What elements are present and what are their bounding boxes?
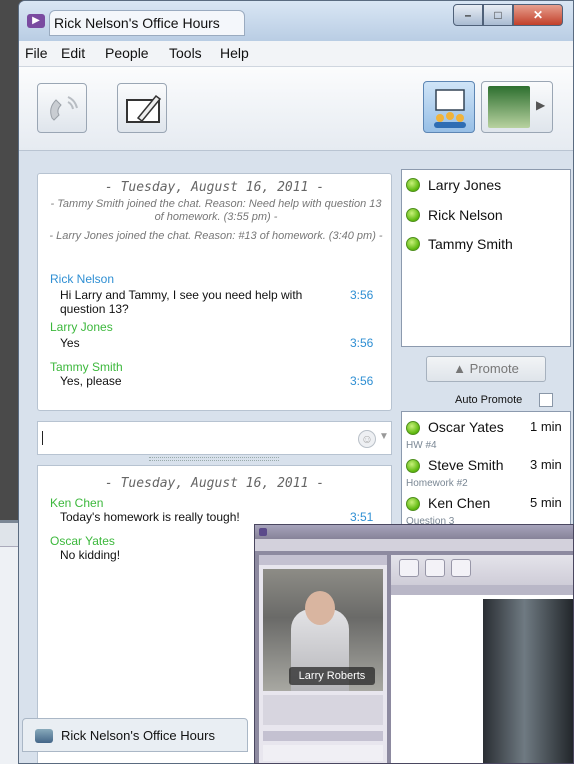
thumbnail-sidebar: Larry Roberts [259,555,387,763]
emoticon-icon[interactable]: ☺ [358,430,376,448]
chat-date: - Tuesday, August 16, 2011 - [104,476,325,491]
chevron-down-icon[interactable]: ▼ [379,431,389,442]
message-sender: Tammy Smith [50,360,123,374]
app-icon: ▶ [27,14,45,28]
thumbnail-photo [483,599,573,763]
queue-wait-time: 5 min [530,495,562,510]
chat-icon [425,559,445,577]
webcam-icon [488,86,530,128]
minimize-button[interactable]: – [453,4,483,26]
online-status-icon [406,497,420,511]
participant-name: Larry Jones [428,177,502,193]
message-time: 3:56 [350,288,374,302]
queue-item[interactable]: Ken Chen 5 min Question 3 [406,494,570,527]
message-sender: Larry Jones [50,320,113,334]
menu-bar: File Edit People Tools Help [19,41,573,67]
auto-promote-checkbox[interactable] [539,393,553,407]
message-time: 3:56 [350,374,374,388]
chat-input[interactable]: ☺ ▼ [37,421,392,455]
queue-reason: HW #4 [406,440,437,451]
video-feed: Larry Roberts [263,569,383,691]
thumbnail-section-header [263,731,383,741]
video-nameplate: Larry Roberts [289,667,375,685]
whiteboard-icon [399,559,419,577]
pane-splitter[interactable] [149,457,279,461]
message-time: 3:56 [350,336,374,350]
chevron-right-icon[interactable]: ▶ [536,98,545,112]
maximize-button[interactable]: □ [483,4,513,26]
thumbnail-section-header [259,555,387,565]
message-text: No kidding! [60,548,121,562]
online-status-icon [406,178,420,192]
queue-name: Ken Chen [428,495,491,511]
phone-icon [50,96,78,121]
phone-button[interactable] [37,83,87,133]
participant-item[interactable]: Larry Jones [406,175,566,195]
whiteboard-icon [126,94,162,123]
webcam-button[interactable]: ▶ [481,81,553,133]
toolbar: ▶ [19,67,573,151]
close-button[interactable]: ✕ [513,4,563,26]
text-caret [42,431,43,445]
auto-promote-label: Auto Promote [455,394,523,406]
queue-item[interactable]: Oscar Yates 1 min HW #4 [406,418,570,451]
title-bar: ▶ Rick Nelson's Office Hours – □ ✕ [19,1,573,41]
app-icon [259,528,267,536]
thumbnail-main-area [391,555,573,763]
participant-name: Rick Nelson [428,207,503,223]
participant-item[interactable]: Rick Nelson [406,205,566,225]
thumbnail-list-row [263,745,383,761]
menu-edit[interactable]: Edit [61,45,85,61]
system-message: - Larry Jones joined the chat. Reason: #… [49,230,383,242]
message-sender: Ken Chen [50,496,104,510]
participant-item[interactable]: Tammy Smith [406,234,566,254]
presenter-head [305,591,335,625]
online-status-icon [406,208,420,222]
system-message: - Tammy Smith joined the chat. Reason: N… [50,198,382,223]
whiteboard-button[interactable] [117,83,167,133]
video-controls [263,695,383,725]
online-status-icon [406,421,420,435]
message-time: 3:51 [350,510,374,524]
menu-help[interactable]: Help [220,45,249,61]
queue-item[interactable]: Steve Smith 3 min Homework #2 [406,456,570,489]
chat-date: - Tuesday, August 16, 2011 - [104,180,325,195]
thumbnail-title-bar [255,525,573,539]
room-view-button[interactable] [423,81,475,133]
promote-button[interactable]: ▲ Promote [426,356,546,382]
message-sender: Oscar Yates [50,534,115,548]
screen-share-icon [451,559,471,577]
promote-label: Promote [469,361,519,376]
room-icon [434,89,466,128]
thumbnail-menu-bar [255,539,573,551]
chat-log: - Tuesday, August 16, 2011 - - Tammy Smi… [37,173,392,411]
queue-wait-time: 3 min [530,457,562,472]
message-text: Yes [60,336,80,350]
queue-reason: Homework #2 [406,478,468,489]
online-status-icon [406,459,420,473]
participant-name: Tammy Smith [428,236,513,252]
triangle-up-icon: ▲ [453,361,467,376]
thumbnail-toolbar [391,555,573,585]
window-title: Rick Nelson's Office Hours [49,10,245,36]
taskbar-tab-label: Rick Nelson's Office Hours [61,728,215,743]
second-window-thumbnail[interactable]: Larry Roberts [254,524,574,764]
message-text: Yes, please [60,374,122,388]
participant-list: Larry Jones Rick Nelson Tammy Smith [401,169,571,347]
menu-people[interactable]: People [105,45,149,61]
queue-wait-time: 1 min [530,419,562,434]
message-text: Hi Larry and Tammy, I see you need help … [60,288,303,316]
queue-name: Oscar Yates [428,419,504,435]
menu-tools[interactable]: Tools [169,45,202,61]
online-status-icon [406,237,420,251]
thumbnail-tab-strip [391,585,573,595]
office-hours-icon [35,729,53,743]
message-sender: Rick Nelson [50,272,115,286]
message-text: Today's homework is really tough! [60,510,240,524]
queue-name: Steve Smith [428,457,504,473]
taskbar-tab[interactable]: Rick Nelson's Office Hours [22,718,248,752]
menu-file[interactable]: File [25,45,48,61]
